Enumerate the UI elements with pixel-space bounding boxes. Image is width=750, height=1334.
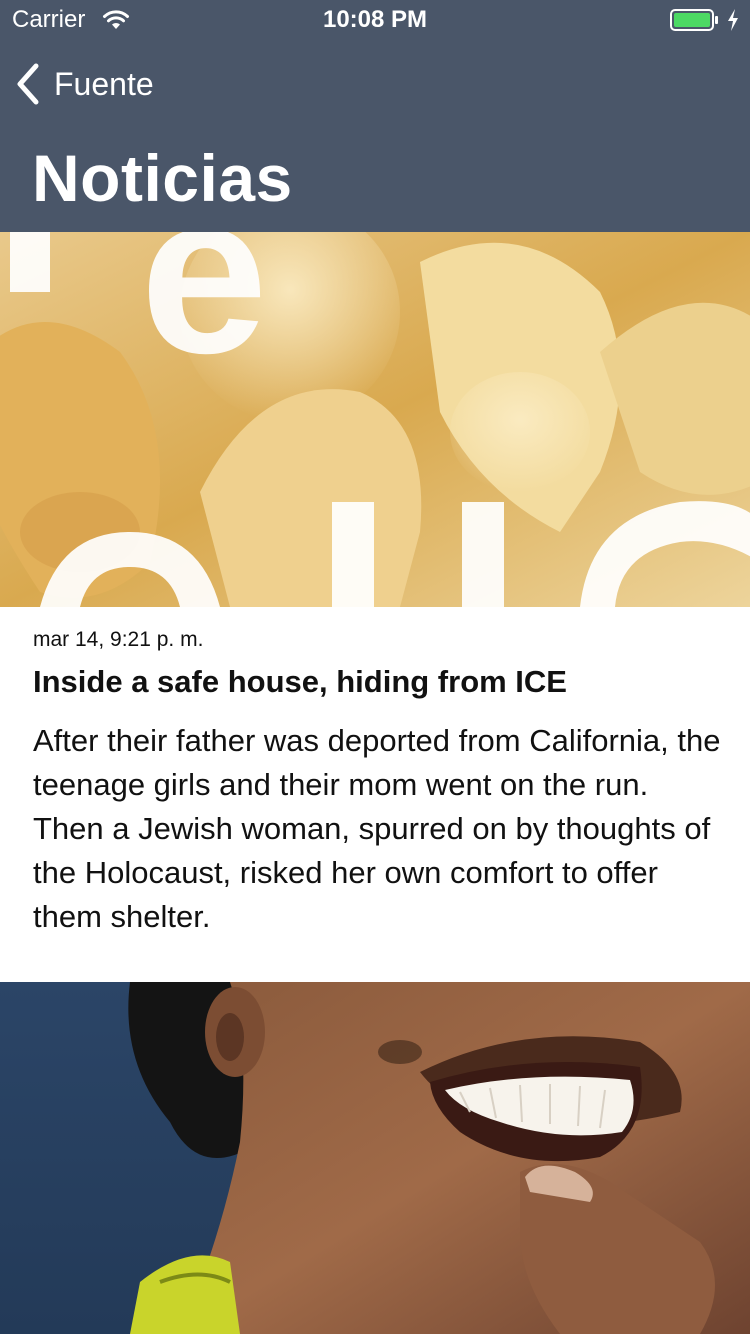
back-button[interactable]: Fuente bbox=[14, 60, 154, 108]
article-summary: After their father was deported from Cal… bbox=[33, 723, 721, 934]
navigation-header: Carrier 10:08 PM Fuente Noticias bbox=[0, 0, 750, 232]
svg-text:e: e bbox=[140, 232, 268, 401]
back-button-label: Fuente bbox=[54, 66, 154, 102]
chevron-left-icon bbox=[17, 63, 39, 105]
status-time: 10:08 PM bbox=[322, 6, 428, 33]
battery-icon bbox=[670, 9, 718, 31]
article-headline: Inside a safe house, hiding from ICE bbox=[33, 664, 567, 699]
status-bar: Carrier 10:08 PM bbox=[0, 0, 750, 40]
article-image[interactable] bbox=[0, 982, 750, 1334]
article-image[interactable]: e bbox=[0, 232, 750, 607]
article-date: mar 14, 9:21 p. m. bbox=[33, 628, 204, 651]
page-title: Noticias bbox=[32, 141, 293, 215]
charging-bolt-icon bbox=[728, 9, 738, 31]
article-card[interactable]: mar 14, 9:21 p. m. Inside a safe house, … bbox=[0, 607, 750, 982]
